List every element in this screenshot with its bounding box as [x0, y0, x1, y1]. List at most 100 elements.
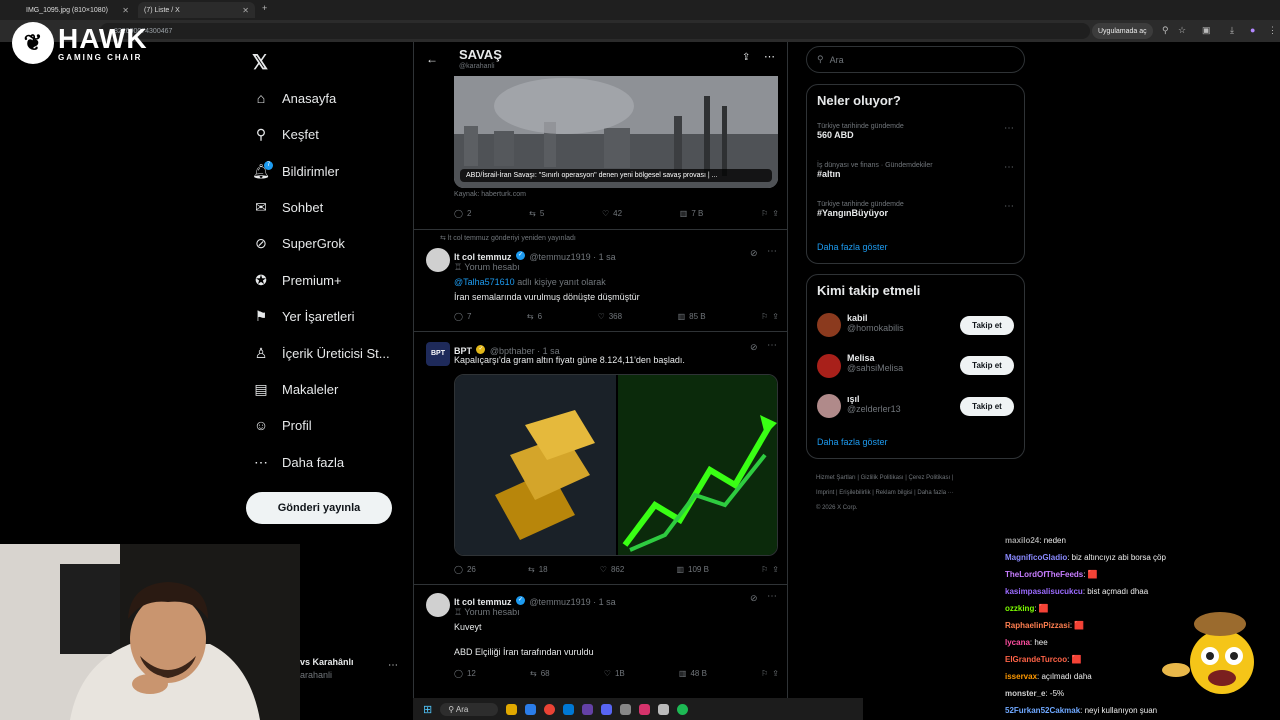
windows-start-icon[interactable]: ⊞	[423, 703, 432, 716]
profile-name[interactable]: vs Karahânlı	[300, 657, 354, 667]
bookmark-button[interactable]: ⚐ ⇪	[761, 565, 779, 574]
views-button[interactable]: ▥ 109 B	[676, 565, 708, 574]
avatar[interactable]	[817, 313, 841, 337]
close-icon[interactable]: ✕	[122, 6, 129, 15]
trend-item[interactable]: Türkiye tarihinde gündemde #YangınBüyüyor	[817, 201, 904, 218]
trends-show-more[interactable]: Daha fazla göster	[817, 242, 888, 252]
follow-show-more[interactable]: Daha fazla göster	[817, 437, 888, 447]
chat-username[interactable]: 52Furkan52Cakmak	[1005, 706, 1080, 715]
open-in-app-button[interactable]: Uygulamada aç	[1092, 23, 1153, 39]
post-button[interactable]: Gönderi yayınla	[246, 492, 392, 524]
nav-item-3[interactable]: ✉ Sohbet	[252, 195, 323, 219]
like-button[interactable]: ♡ 368	[598, 312, 623, 321]
chat-username[interactable]: ozzking	[1005, 604, 1034, 613]
discord-icon[interactable]	[601, 703, 613, 715]
close-icon[interactable]: ✕	[242, 6, 249, 15]
account-menu-icon[interactable]: ⋯	[388, 660, 398, 671]
trend-item[interactable]: Türkiye tarihinde gündemde 560 ABD	[817, 123, 904, 140]
reply-button[interactable]: ◯ 7	[454, 312, 471, 321]
twitch-icon[interactable]	[582, 703, 594, 715]
nav-item-4[interactable]: ⊘ SuperGrok	[252, 231, 345, 255]
share-icon[interactable]: ⇪	[772, 312, 779, 321]
share-icon[interactable]: ⇪	[742, 52, 750, 63]
search-input[interactable]: ⚲ Ara	[806, 46, 1025, 73]
chat-username[interactable]: TheLordOfTheFeeds	[1005, 570, 1083, 579]
share-icon[interactable]: ⇪	[772, 209, 779, 218]
nav-item-6[interactable]: ⚑ Yer İşaretleri	[252, 304, 355, 328]
avatar[interactable]: BPT	[426, 342, 450, 366]
reply-button[interactable]: ◯ 26	[454, 565, 476, 574]
chat-username[interactable]: MagnificoGladio	[1005, 553, 1067, 562]
address-bar[interactable]: 822690074300467	[100, 23, 1090, 39]
app-icon[interactable]	[563, 703, 575, 715]
more-icon[interactable]: ⋯	[767, 591, 777, 602]
news-card-image[interactable]: ABD/İsrail-İran Savaşı: "Sınırlı operasy…	[454, 76, 778, 188]
tweet-media[interactable]	[454, 374, 778, 556]
tweet-kuveyt[interactable]: lt col temmuz ✓ @temmuz1919 · 1 sa ♖ Yor…	[414, 585, 787, 698]
author-name[interactable]: lt col temmuz	[454, 597, 512, 607]
trend-item[interactable]: İş dünyası ve finans · Gündemdekiler #alt…	[817, 162, 933, 179]
nav-item-2[interactable]: 🔔︎ 7 Bildirimler	[252, 159, 339, 183]
tweet-repost[interactable]: ⇆ lt col temmuz gönderiyi yeniden yayınl…	[414, 230, 787, 332]
reply-button[interactable]: ◯ 12	[454, 669, 476, 678]
more-icon[interactable]: ⋯	[1004, 123, 1014, 134]
more-icon[interactable]: ⋯	[1004, 201, 1014, 212]
chat-username[interactable]: monster_e	[1005, 689, 1045, 698]
more-icon[interactable]: ⋯	[767, 340, 777, 351]
nav-item-9[interactable]: ☺ Profil	[252, 413, 312, 437]
follow-button[interactable]: Takip et	[960, 397, 1014, 416]
author-name[interactable]: lt col temmuz	[454, 252, 512, 262]
bookmark-button[interactable]: ⚐ ⇪	[761, 209, 779, 218]
chat-username[interactable]: ElGrandeTurcoo	[1005, 655, 1067, 664]
repost-button[interactable]: ⇆ 6	[527, 312, 542, 321]
footer-links[interactable]: Imprint | Erişilebilirlik | Reklam bilgi…	[816, 486, 1016, 501]
nav-item-1[interactable]: ⚲ Keşfet	[252, 122, 319, 146]
star-icon[interactable]: ☆	[1178, 25, 1186, 36]
profile-icon[interactable]: ●	[1250, 25, 1255, 35]
grok-icon[interactable]: ⊘	[750, 342, 758, 353]
follow-button[interactable]: Takip et	[960, 356, 1014, 375]
back-arrow-icon[interactable]: ←	[426, 52, 438, 66]
nav-item-8[interactable]: ▤ Makaleler	[252, 377, 338, 401]
more-icon[interactable]: ⋯	[1004, 162, 1014, 173]
zoom-icon[interactable]: ⚲	[1162, 25, 1169, 36]
bookmark-button[interactable]: ⚐ ⇪	[761, 312, 779, 321]
chrome-icon[interactable]	[544, 703, 556, 715]
author-handle[interactable]: @temmuz1919 · 1 sa	[529, 252, 615, 262]
more-icon[interactable]: ⋯	[764, 50, 775, 63]
nav-item-7[interactable]: ♙ İçerik Üreticisi St...	[252, 341, 390, 365]
views-button[interactable]: ▥ 48 B	[679, 669, 707, 678]
download-icon[interactable]: ⤓	[1230, 25, 1234, 36]
follow-user[interactable]: ışıl @zelderler13	[847, 394, 901, 414]
like-button[interactable]: ♡ 1B	[604, 669, 625, 678]
grok-icon[interactable]: ⊘	[750, 248, 758, 259]
menu-icon[interactable]: ⋮	[1268, 25, 1277, 36]
nav-item-5[interactable]: ✪ Premium+	[252, 268, 341, 292]
repost-button[interactable]: ⇆ 68	[530, 669, 550, 678]
tweet-gold[interactable]: BPT BPT ✓ @bpthaber · 1 sa Kapalıçarşı'd…	[414, 332, 787, 585]
avatar[interactable]	[426, 593, 450, 617]
nav-item-10[interactable]: ⋯ Daha fazla	[252, 450, 344, 474]
chat-username[interactable]: lycana	[1005, 638, 1030, 647]
views-button[interactable]: ▥ 85 B	[678, 312, 706, 321]
chat-username[interactable]: maxilo24	[1005, 536, 1039, 545]
like-button[interactable]: ♡ 862	[600, 565, 625, 574]
footer-links[interactable]: Hizmet Şartları | Gizlilik Politikası | …	[816, 471, 1016, 486]
reply-to-link[interactable]: @Talha571610	[454, 277, 515, 287]
repost-button[interactable]: ⇆ 5	[529, 209, 544, 218]
avatar[interactable]	[817, 394, 841, 418]
bookmark-button[interactable]: ⚐ ⇪	[761, 669, 779, 678]
x-logo-icon[interactable]: 𝕏	[252, 50, 268, 75]
repost-button[interactable]: ⇆ 18	[528, 565, 548, 574]
edge-icon[interactable]	[525, 703, 537, 715]
follow-button[interactable]: Takip et	[960, 316, 1014, 335]
more-icon[interactable]: ⋯	[767, 246, 777, 257]
browser-tab-image[interactable]: IMG_1095.jpg (810×1080) ✕	[20, 2, 135, 18]
reply-button[interactable]: ◯ 2	[454, 209, 471, 218]
like-button[interactable]: ♡ 42	[602, 209, 622, 218]
avatar[interactable]	[817, 354, 841, 378]
chat-username[interactable]: RaphaelinPizzasi	[1005, 621, 1070, 630]
new-tab-icon[interactable]: +	[262, 3, 267, 13]
follow-user[interactable]: Melisa @sahsiMelisa	[847, 353, 903, 373]
follow-user[interactable]: kabil @homokabilis	[847, 313, 904, 333]
